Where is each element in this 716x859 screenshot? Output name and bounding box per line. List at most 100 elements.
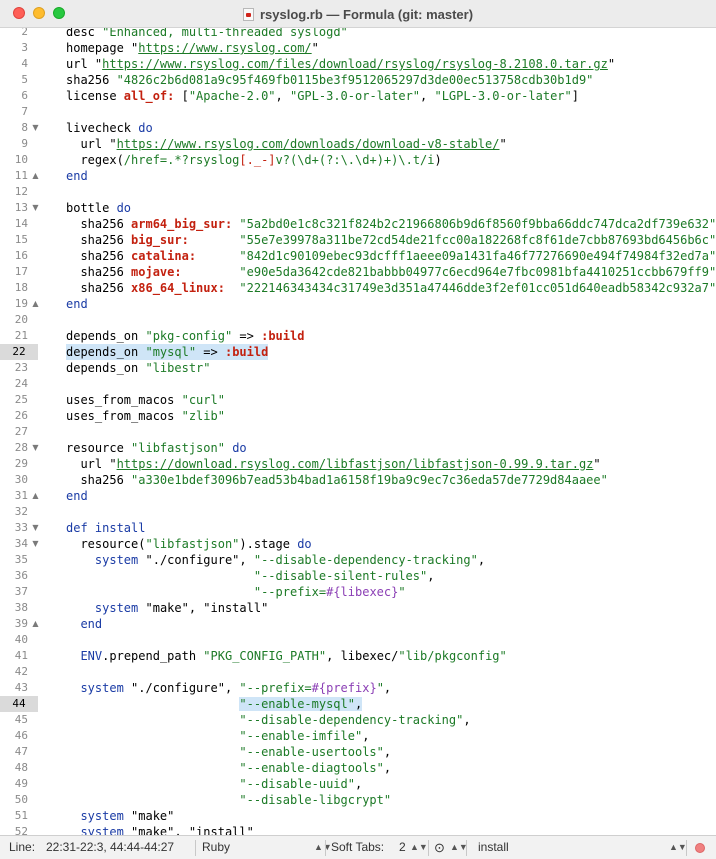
token: url " — [66, 57, 103, 71]
token: url " — [66, 457, 117, 471]
string-token: "Enhanced, multi-threaded syslogd" — [102, 28, 348, 39]
ellipsis-circle-icon[interactable]: ⊙ — [434, 836, 445, 859]
code-text[interactable]: resource("libfastjson").stage do — [66, 536, 311, 552]
code-text[interactable]: regex(/href=.*?rsyslog[._-]v?(\d+(?:\.\d… — [66, 152, 441, 168]
code-text[interactable]: "--enable-diagtools", — [66, 760, 391, 776]
fold-open-icon[interactable]: ▼ — [31, 120, 40, 136]
code-line: 23 depends_on "libestr" — [0, 360, 716, 376]
code-text[interactable]: url "https://www.rsyslog.com/files/downl… — [66, 56, 615, 72]
code-text[interactable]: end — [66, 488, 88, 504]
fold-open-icon[interactable]: ▼ — [31, 536, 40, 552]
fold-open-icon[interactable]: ▼ — [31, 440, 40, 456]
fold-close-icon[interactable]: ▲ — [31, 488, 40, 504]
code-editor[interactable]: 2 desc "Enhanced, multi-threaded syslogd… — [0, 28, 716, 835]
code-text[interactable]: system "make", "install" — [66, 600, 268, 616]
cursor-position[interactable]: 22:31-22:3, 44:44-44:27 — [46, 836, 174, 859]
code-text[interactable]: system "make", "install" — [66, 824, 253, 835]
string-token: "5a2bd0e1c8c321f824b2c21966806b9d6f8560f… — [232, 217, 716, 231]
code-text[interactable]: system "make" — [66, 808, 174, 824]
fold-open-icon[interactable]: ▼ — [31, 200, 40, 216]
string-token: "4826c2b6d081a9c95f469fb0115be3f95120652… — [116, 73, 594, 87]
code-text[interactable]: sha256 arm64_big_sur: "5a2bd0e1c8c321f82… — [66, 216, 716, 232]
code-text[interactable]: homepage "https://www.rsyslog.com/" — [66, 40, 319, 56]
code-line: 4 url "https://www.rsyslog.com/files/dow… — [0, 56, 716, 72]
code-text[interactable]: "--prefix=#{libexec}" — [66, 584, 406, 600]
code-text[interactable]: sha256 x86_64_linux: "222146343434c31749… — [66, 280, 716, 296]
code-text[interactable]: end — [66, 296, 88, 312]
code-text[interactable]: "--disable-dependency-tracking", — [66, 712, 470, 728]
url-link[interactable]: https://download.rsyslog.com/libfastjson… — [117, 457, 594, 471]
code-text[interactable]: license all_of: ["Apache-2.0", "GPL-3.0-… — [66, 88, 579, 104]
line-number: 41 — [14, 649, 28, 662]
tab-size-value[interactable]: 2 — [399, 836, 406, 859]
soft-tabs-label[interactable]: Soft Tabs: — [331, 836, 384, 859]
code-line: 46 "--enable-imfile", — [0, 728, 716, 744]
code-line: 5 sha256 "4826c2b6d081a9c95f469fb0115be3… — [0, 72, 716, 88]
code-text[interactable]: "--disable-libgcrypt" — [66, 792, 391, 808]
code-text[interactable]: uses_from_macos "zlib" — [66, 408, 225, 424]
keyword-token: system — [80, 809, 124, 823]
token: bottle — [66, 201, 117, 215]
code-text[interactable]: system "./configure", "--prefix=#{prefix… — [66, 680, 391, 696]
code-text[interactable]: url "https://www.rsyslog.com/downloads/d… — [66, 136, 506, 152]
line-number: 9 — [21, 137, 28, 150]
token: license — [66, 89, 124, 103]
selected-code-text[interactable]: depends_on "mysql" => :build — [66, 344, 269, 360]
language-popup[interactable]: Ruby — [202, 836, 230, 859]
line-number: 13 — [14, 201, 28, 214]
code-text[interactable]: sha256 "4826c2b6d081a9c95f469fb0115be3f9… — [66, 72, 593, 88]
keyword-token: def — [66, 521, 95, 535]
code-text[interactable]: end — [66, 168, 88, 184]
token: sha256 — [66, 249, 132, 263]
code-text[interactable]: "--disable-uuid", — [66, 776, 362, 792]
line-number: 3 — [21, 41, 28, 54]
code-text[interactable]: "--enable-mysql", — [66, 696, 363, 712]
code-text[interactable]: "--enable-usertools", — [66, 744, 391, 760]
code-line: 24 — [0, 376, 716, 392]
fold-close-icon[interactable]: ▲ — [31, 616, 40, 632]
url-link[interactable]: https://www.rsyslog.com/files/download/r… — [102, 57, 608, 71]
keyword-token: system — [94, 553, 139, 567]
line-number: 49 — [14, 777, 28, 790]
string-token: " — [376, 681, 384, 695]
tab-size-updown-icon[interactable]: ▲▼ — [410, 836, 428, 859]
url-link[interactable]: https://www.rsyslog.com/ — [138, 41, 311, 55]
code-text[interactable]: sha256 catalina: "842d1c90109ebec93dcfff… — [66, 248, 716, 264]
fold-close-icon[interactable]: ▲ — [31, 296, 40, 312]
fold-close-icon[interactable]: ▲ — [31, 168, 40, 184]
line-number: 5 — [21, 73, 28, 86]
token: ] — [571, 89, 579, 103]
code-text[interactable]: bottle do — [66, 200, 131, 216]
code-text[interactable]: end — [66, 616, 102, 632]
symbol-updown-icon[interactable]: ▲▼ — [669, 836, 687, 859]
code-text[interactable]: url "https://download.rsyslog.com/libfas… — [66, 456, 600, 472]
code-text[interactable]: sha256 big_sur: "55e7e39978a311be72cd54d… — [66, 232, 716, 248]
code-text[interactable]: depends_on "pkg-config" => :build — [66, 328, 304, 344]
fold-open-icon[interactable]: ▼ — [31, 520, 40, 536]
code-text[interactable]: "--disable-silent-rules", — [66, 568, 435, 584]
code-text[interactable]: system "./configure", "--disable-depende… — [66, 552, 485, 568]
code-text[interactable]: livecheck do — [66, 120, 153, 136]
code-line: 37 "--prefix=#{libexec}" — [0, 584, 716, 600]
code-text[interactable]: desc "Enhanced, multi-threaded syslogd" — [66, 28, 348, 40]
symbol-popup[interactable]: install — [478, 836, 509, 859]
code-text[interactable]: sha256 "a330e1bdef3096b7ead53b4bad1a6158… — [66, 472, 607, 488]
code-text[interactable]: def install — [66, 520, 145, 536]
line-number: 35 — [14, 553, 28, 566]
code-text[interactable]: depends_on "libestr" — [66, 360, 211, 376]
code-text[interactable]: sha256 mojave: "e90e5da3642cde821babbb04… — [66, 264, 716, 280]
url-link[interactable]: https://www.rsyslog.com/downloads/downlo… — [117, 137, 500, 151]
code-text[interactable]: resource "libfastjson" do — [66, 440, 247, 456]
language-updown-icon[interactable]: ▲▼ — [314, 836, 332, 859]
code-text[interactable]: uses_from_macos "curl" — [66, 392, 225, 408]
line-number: 46 — [14, 729, 28, 742]
record-dot-icon[interactable] — [695, 843, 705, 853]
code-text[interactable]: ENV.prepend_path "PKG_CONFIG_PATH", libe… — [66, 648, 506, 664]
string-token: "GPL-3.0-or-later" — [289, 89, 421, 103]
keyword-token: system — [80, 825, 124, 835]
code-text[interactable]: "--enable-imfile", — [66, 728, 369, 744]
